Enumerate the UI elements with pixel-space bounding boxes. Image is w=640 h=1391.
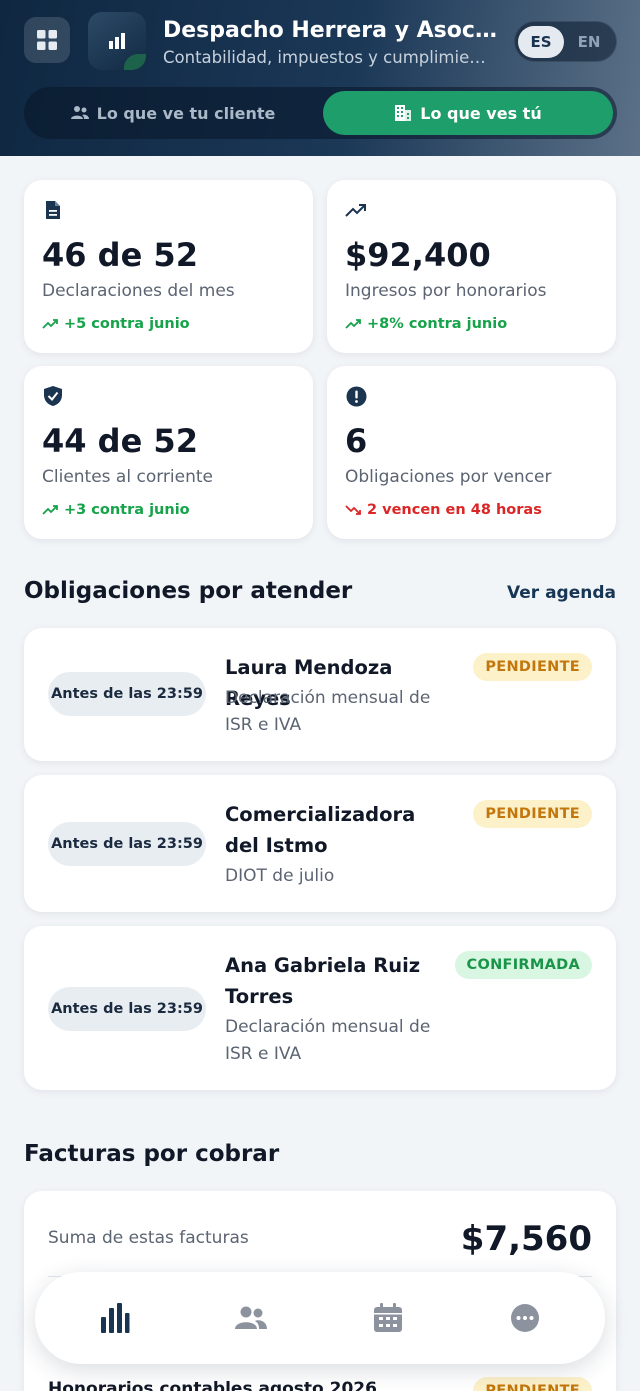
menu-grid-button[interactable]: [24, 17, 70, 63]
stat-value: 44 de 52: [42, 422, 198, 460]
alert-circle-icon: [345, 385, 367, 407]
bar-chart-icon: [101, 1303, 130, 1333]
shield-check-icon: [42, 385, 64, 407]
obligation-card[interactable]: Antes de las 23:59 Laura Mendoza Reyes D…: [24, 628, 616, 761]
invoices-sum-value: $7,560: [460, 1219, 592, 1259]
stat-card-obligations[interactable]: 6 Obligaciones por vencer 2 vencen en 48…: [327, 366, 616, 539]
stat-trend: +5 contra junio: [42, 316, 190, 332]
due-time-chip: Antes de las 23:59: [48, 987, 206, 1031]
invoices-sum-label: Suma de estas facturas: [48, 1228, 249, 1248]
tab-your-view[interactable]: Lo que ves tú: [323, 91, 613, 135]
stat-value: 46 de 52: [42, 236, 198, 274]
firm-subtitle: Contabilidad, impuestos y cumplimiento f…: [163, 48, 493, 67]
obligation-card[interactable]: Antes de las 23:59 Ana Gabriela Ruiz Tor…: [24, 926, 616, 1090]
obligation-client: Ana Gabriela Ruiz Torres: [225, 954, 421, 1008]
building-icon: [395, 105, 412, 121]
stat-value: 6: [345, 422, 368, 460]
trending-up-icon: [345, 199, 367, 221]
stat-trend: +3 contra junio: [42, 502, 190, 518]
bar-chart-logo-icon: [109, 33, 125, 49]
nav-dashboard[interactable]: [91, 1294, 139, 1342]
obligation-task: Declaración mensual de ISR e IVA: [225, 688, 431, 735]
obligation-task: DIOT de julio: [225, 866, 335, 886]
users-icon: [235, 1306, 267, 1329]
tab-client-view[interactable]: Lo que ve tu cliente: [28, 91, 318, 135]
firm-name: Despacho Herrera y Asociados: [163, 18, 503, 43]
status-badge: PENDIENTE: [473, 800, 592, 828]
trend-up-icon: [42, 319, 58, 329]
trend-up-icon: [42, 505, 58, 515]
language-es-option[interactable]: ES: [518, 26, 564, 58]
stat-trend: 2 vencen en 48 horas: [345, 502, 542, 518]
bottom-nav: [35, 1272, 605, 1364]
status-badge: PENDIENTE: [473, 1377, 592, 1391]
users-icon: [70, 106, 89, 119]
obligation-client: Comercializadora del Istmo: [225, 803, 416, 857]
obligation-card[interactable]: Antes de las 23:59 Comercializadora del …: [24, 775, 616, 912]
obligation-task: Declaración mensual de ISR e IVA: [225, 1017, 431, 1064]
document-icon: [42, 199, 64, 221]
invoices-title: Facturas por cobrar: [24, 1141, 280, 1167]
nav-more[interactable]: [501, 1294, 549, 1342]
nav-calendar[interactable]: [364, 1294, 412, 1342]
tab-you-label: Lo que ves tú: [420, 103, 542, 123]
stat-card-income[interactable]: $92,400 Ingresos por honorarios +8% cont…: [327, 180, 616, 353]
stat-trend: +8% contra junio: [345, 316, 507, 332]
trend-down-icon: [345, 505, 361, 515]
view-agenda-link[interactable]: Ver agenda: [507, 583, 616, 603]
more-icon: [511, 1304, 539, 1332]
view-toggle: Lo que ve tu cliente Lo que ves tú: [24, 87, 617, 139]
status-badge: CONFIRMADA: [454, 951, 592, 979]
stat-card-declarations[interactable]: 46 de 52 Declaraciones del mes +5 contra…: [24, 180, 313, 353]
invoice-row-title[interactable]: Honorarios contables agosto 2026: [48, 1379, 377, 1391]
language-en-option[interactable]: EN: [566, 26, 612, 58]
firm-logo: [88, 12, 146, 70]
stat-label: Ingresos por honorarios: [345, 281, 547, 301]
stat-value: $92,400: [345, 236, 491, 274]
trend-up-icon: [345, 319, 361, 329]
stat-card-clients[interactable]: 44 de 52 Clientes al corriente +3 contra…: [24, 366, 313, 539]
language-switch[interactable]: ES EN: [514, 21, 617, 62]
app-header: Despacho Herrera y Asociados Contabilida…: [0, 0, 640, 156]
grid-icon: [37, 30, 57, 50]
nav-clients[interactable]: [227, 1294, 275, 1342]
stat-label: Clientes al corriente: [42, 467, 213, 487]
obligations-title: Obligaciones por atender: [24, 578, 353, 604]
tab-client-label: Lo que ve tu cliente: [96, 103, 276, 123]
due-time-chip: Antes de las 23:59: [48, 822, 206, 866]
due-time-chip: Antes de las 23:59: [48, 672, 206, 716]
stat-label: Declaraciones del mes: [42, 281, 235, 301]
status-badge: PENDIENTE: [473, 653, 592, 681]
calendar-icon: [374, 1303, 402, 1332]
stat-label: Obligaciones por vencer: [345, 467, 552, 487]
